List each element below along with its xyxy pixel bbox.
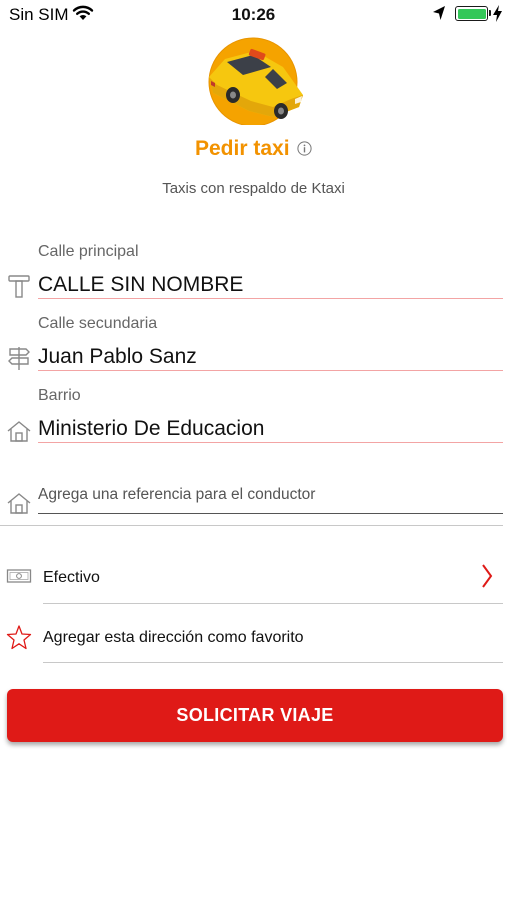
street-sign-icon [8,275,30,298]
favorite-divider [43,662,503,663]
main-street-underline [38,298,503,299]
main-street-value[interactable]: CALLE SIN NOMBRE [38,273,243,297]
house-icon [7,421,31,442]
location-arrow-icon [433,6,445,20]
add-favorite-label[interactable]: Agregar esta dirección como favorito [43,629,304,647]
info-icon[interactable] [297,141,312,156]
status-time: 10:26 [231,5,276,24]
charging-bolt-icon [493,5,502,22]
payment-divider [43,603,503,604]
battery-cap [489,10,491,16]
secondary-street-label: Calle secundaria [38,315,158,332]
secondary-street-underline [38,370,503,371]
neighborhood-value[interactable]: Ministerio De Educacion [38,417,264,441]
secondary-street-value[interactable]: Juan Pablo Sanz [38,345,197,369]
page-subtitle: Taxis con respaldo de Ktaxi [162,180,345,197]
star-outline-icon[interactable] [6,624,32,650]
signpost-icon [8,347,30,370]
page-title: Pedir taxi [0,137,507,161]
status-bar: Sin SIM 10:26 [0,0,507,30]
battery-icon [455,6,488,21]
request-ride-button[interactable]: SOLICITAR VIAJE [7,689,503,742]
taxi-car-icon [208,37,303,125]
neighborhood-label: Barrio [38,387,81,404]
chevron-right-icon[interactable] [480,563,494,589]
page-title-text: Pedir taxi [195,137,290,160]
reference-underline [38,513,503,514]
cash-icon [6,569,32,583]
neighborhood-underline [38,442,503,443]
house-icon [7,493,31,514]
main-street-label: Calle principal [38,243,139,260]
section-divider [0,525,503,526]
reference-input[interactable] [38,483,503,507]
payment-method-label[interactable]: Efectivo [43,569,100,587]
